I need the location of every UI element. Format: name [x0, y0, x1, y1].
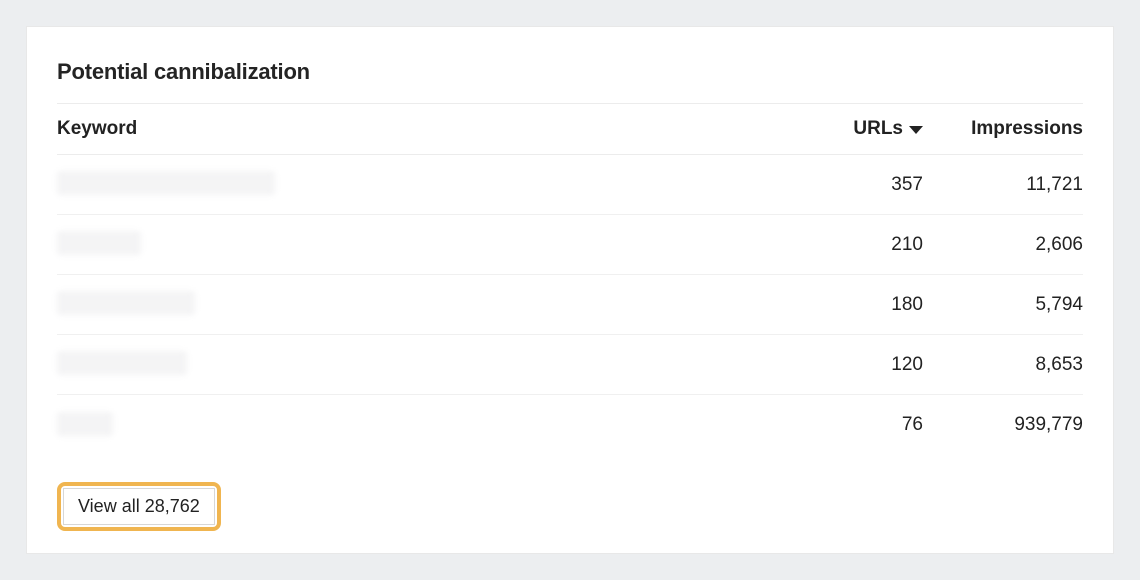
cell-keyword — [57, 410, 793, 441]
cannibalization-panel: Potential cannibalization Keyword URLs I… — [26, 26, 1114, 554]
cell-impressions: 939,779 — [923, 414, 1083, 436]
cell-keyword — [57, 289, 793, 320]
redacted-keyword — [57, 291, 195, 315]
cell-impressions: 8,653 — [923, 354, 1083, 376]
sort-desc-icon — [909, 126, 923, 134]
col-header-urls-label: URLs — [853, 118, 903, 140]
redacted-keyword — [57, 171, 275, 195]
cell-keyword — [57, 229, 793, 260]
redacted-keyword — [57, 351, 187, 375]
cell-impressions: 2,606 — [923, 234, 1083, 256]
cell-keyword — [57, 349, 793, 380]
panel-footer: View all 28,762 — [57, 466, 1083, 531]
table-row[interactable]: 180 5,794 — [57, 275, 1083, 335]
redacted-keyword — [57, 412, 113, 436]
col-header-urls[interactable]: URLs — [793, 118, 923, 140]
cell-urls: 210 — [793, 234, 923, 256]
cell-keyword — [57, 169, 793, 200]
col-header-impressions[interactable]: Impressions — [923, 118, 1083, 140]
panel-title: Potential cannibalization — [57, 45, 1083, 103]
cell-urls: 357 — [793, 174, 923, 196]
col-header-keyword[interactable]: Keyword — [57, 118, 793, 140]
redacted-keyword — [57, 231, 141, 255]
table-row[interactable]: 210 2,606 — [57, 215, 1083, 275]
view-all-button[interactable]: View all 28,762 — [63, 488, 215, 525]
cell-urls: 120 — [793, 354, 923, 376]
cell-urls: 76 — [793, 414, 923, 436]
cell-urls: 180 — [793, 294, 923, 316]
view-all-highlight: View all 28,762 — [57, 482, 221, 531]
cell-impressions: 5,794 — [923, 294, 1083, 316]
cell-impressions: 11,721 — [923, 174, 1083, 196]
table-body: 357 11,721 210 2,606 180 5,794 120 8,653 — [57, 155, 1083, 466]
table-row[interactable]: 120 8,653 — [57, 335, 1083, 395]
table-row[interactable]: 357 11,721 — [57, 155, 1083, 215]
table-row[interactable]: 76 939,779 — [57, 395, 1083, 455]
table-header-row: Keyword URLs Impressions — [57, 104, 1083, 155]
